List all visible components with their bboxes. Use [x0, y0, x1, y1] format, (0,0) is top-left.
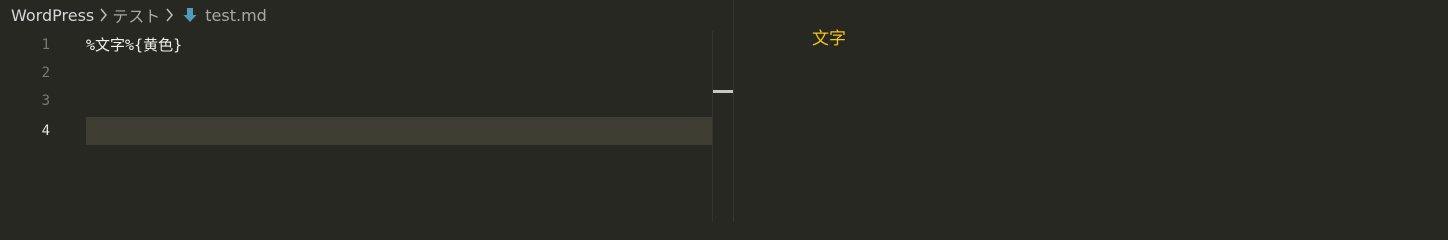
breadcrumb: WordPress テスト test.md — [11, 3, 267, 27]
markdown-file-icon — [182, 7, 198, 23]
line-number: 2 — [41, 65, 50, 81]
line-number-active: 4 — [41, 123, 50, 139]
breadcrumb-item-wordpress[interactable]: WordPress — [11, 6, 94, 25]
window: WordPress テスト test.md 1 %文字%{黄色} 2 3 4 文… — [0, 0, 1448, 222]
scrollbar-thumb[interactable] — [713, 90, 733, 93]
editor-pane[interactable]: WordPress テスト test.md 1 %文字%{黄色} 2 3 4 — [0, 0, 734, 222]
chevron-right-icon — [96, 8, 110, 22]
current-line-highlight — [86, 117, 733, 145]
breadcrumb-item-test-folder[interactable]: テスト — [112, 3, 160, 27]
line-number: 1 — [41, 37, 50, 53]
breadcrumb-item-file[interactable]: test.md — [205, 6, 267, 25]
minimap[interactable] — [712, 31, 734, 222]
code-line[interactable]: %文字%{黄色} — [86, 31, 182, 59]
line-number: 3 — [41, 93, 50, 109]
preview-text: 文字 — [812, 29, 846, 49]
chevron-right-icon — [162, 8, 176, 22]
